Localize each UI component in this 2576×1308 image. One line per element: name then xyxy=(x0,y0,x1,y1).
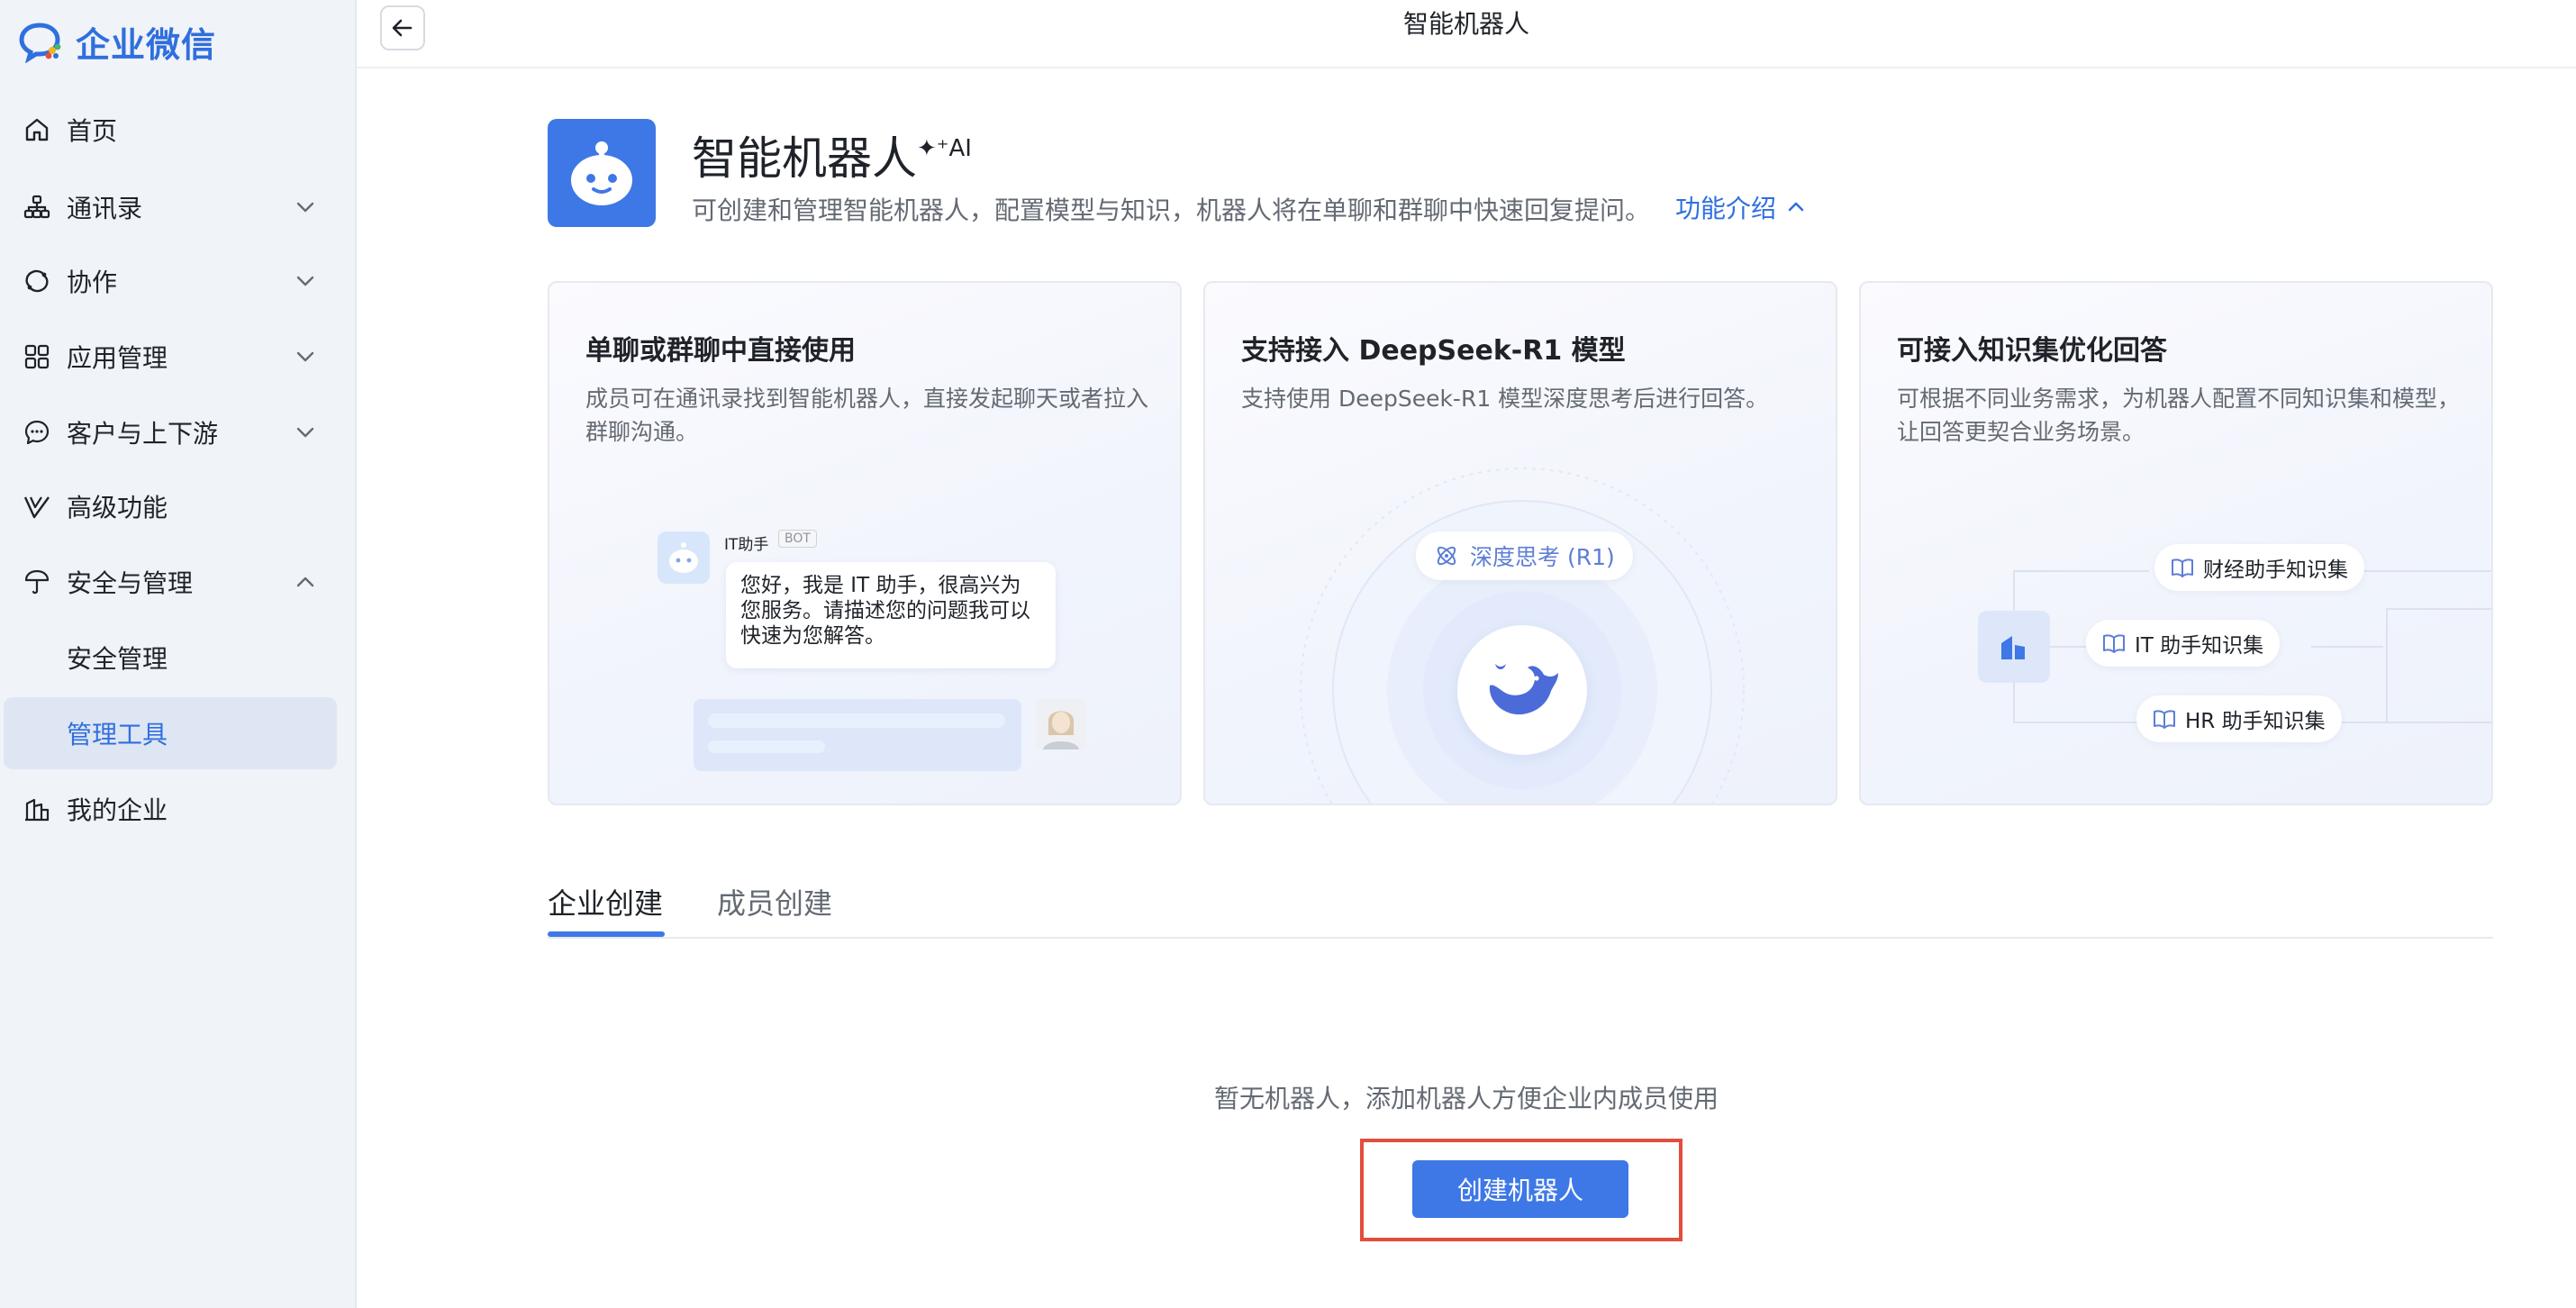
sidebar-item-label: 客户与上下游 xyxy=(67,419,219,449)
sidebar-item-label: 安全与管理 xyxy=(67,568,194,598)
app-logo-text: 企业微信 xyxy=(76,24,217,65)
knowledge-set-label: HR 助手知识集 xyxy=(2185,710,2326,733)
tab-enterprise-created[interactable]: 企业创建 xyxy=(548,881,663,922)
knowledge-set-label: 财经助手知识集 xyxy=(2203,559,2348,582)
message-placeholder xyxy=(694,699,1021,771)
chevron-down-icon xyxy=(296,351,314,362)
card-description: 成员可在通讯录找到智能机器人，直接发起聊天或者拉入群聊沟通。 xyxy=(585,386,1149,445)
feature-card-chat: 单聊或群聊中直接使用 成员可在通讯录找到智能机器人，直接发起聊天或者拉入群聊沟通… xyxy=(548,281,1182,805)
person-avatar-icon xyxy=(1036,699,1086,749)
book-icon xyxy=(2172,559,2193,577)
placeholder-line xyxy=(708,740,825,753)
empty-state-text: 暂无机器人，添加机器人方便企业内成员使用 xyxy=(1213,1084,1719,1113)
feature-card-deepseek: 支持接入 DeepSeek-R1 模型 支持使用 DeepSeek-R1 模型深… xyxy=(1203,281,1837,805)
building-icon xyxy=(25,798,50,822)
user-avatar xyxy=(1036,699,1086,749)
sidebar-item-security-management[interactable]: 安全管理 xyxy=(0,622,357,694)
feature-intro-label: 功能介绍 xyxy=(1675,194,1777,223)
knowledge-set-pill: 财经助手知识集 xyxy=(2154,544,2364,591)
page-description: 可创建和管理智能机器人，配置模型与知识，机器人将在单聊和群聊中快速回复提问。 xyxy=(692,195,1651,225)
wecom-logo-icon xyxy=(19,23,61,63)
bot-tag: BOT xyxy=(778,530,817,548)
sidebar-item-home[interactable]: 首页 xyxy=(0,94,357,166)
page-title: 智能机器人 xyxy=(692,132,917,185)
home-icon xyxy=(25,118,49,141)
collab-icon xyxy=(25,269,49,293)
grid-icon xyxy=(24,344,50,369)
knowledge-hub xyxy=(1978,611,2050,683)
book-icon xyxy=(2103,634,2125,653)
knowledge-set-pill: HR 助手知识集 xyxy=(2136,695,2342,742)
sidebar-item-label: 首页 xyxy=(67,116,118,146)
create-robot-button[interactable]: 创建机器人 xyxy=(1412,1160,1628,1218)
check-mark-icon xyxy=(23,496,50,519)
chevron-up-icon xyxy=(1788,202,1804,212)
top-bar: 智能机器人 xyxy=(357,0,2576,68)
sidebar-item-collab[interactable]: 协作 xyxy=(0,245,357,317)
shield-umbrella-icon xyxy=(24,569,50,595)
tab-member-created[interactable]: 成员创建 xyxy=(717,881,832,922)
chevron-down-icon xyxy=(296,427,314,438)
sidebar-item-label: 应用管理 xyxy=(67,343,168,373)
robot-icon xyxy=(669,542,698,573)
robot-icon xyxy=(571,141,632,205)
sidebar-item-label: 通讯录 xyxy=(67,194,143,223)
deep-think-label: 深度思考 (R1) xyxy=(1470,544,1615,570)
sidebar-item-label: 安全管理 xyxy=(67,644,168,674)
org-chart-icon xyxy=(23,195,50,219)
chevron-down-icon xyxy=(296,202,314,213)
knowledge-set-pill: IT 助手知识集 xyxy=(2086,620,2281,667)
deepseek-whale-icon xyxy=(1489,664,1558,715)
app-logo[interactable]: 企业微信 xyxy=(18,20,216,65)
deep-think-pill: 深度思考 (R1) xyxy=(1416,531,1633,580)
tab-bar: 企业创建 成员创建 xyxy=(548,874,2493,939)
sidebar-item-contacts[interactable]: 通讯录 xyxy=(0,171,357,243)
chat-bubble: 您好，我是 IT 助手，很高兴为您服务。请描述您的问题我可以快速为您解答。 xyxy=(726,562,1056,668)
sidebar-item-advanced[interactable]: 高级功能 xyxy=(0,470,357,542)
knowledge-set-label: IT 助手知识集 xyxy=(2135,634,2264,658)
sidebar-item-label: 管理工具 xyxy=(67,720,168,749)
chevron-down-icon xyxy=(296,276,314,286)
tab-active-indicator xyxy=(548,931,665,937)
bot-name: IT助手 xyxy=(724,536,769,554)
bot-avatar xyxy=(658,531,710,584)
sidebar: 企业微信 首页 通讯录 协作 应用管理 客户与上下游 高级功能 安全与管理 安全… xyxy=(0,0,357,1308)
sidebar-item-security-group[interactable]: 安全与管理 xyxy=(0,546,357,618)
atom-icon xyxy=(1437,546,1456,566)
placeholder-line xyxy=(708,713,1005,728)
sidebar-item-apps[interactable]: 应用管理 xyxy=(0,321,357,393)
sidebar-item-label: 协作 xyxy=(67,268,118,297)
feature-intro-link[interactable]: 功能介绍 xyxy=(1675,189,1807,225)
deepseek-logo xyxy=(1457,625,1587,755)
robot-app-icon xyxy=(548,119,656,227)
feature-card-knowledge: 可接入知识集优化回答 可根据不同业务需求，为机器人配置不同知识集和模型，让回答更… xyxy=(1859,281,2493,805)
sidebar-item-admin-tools[interactable]: 管理工具 xyxy=(4,697,337,769)
sidebar-item-my-enterprise[interactable]: 我的企业 xyxy=(0,773,357,845)
sidebar-item-label: 高级功能 xyxy=(67,493,168,522)
chevron-up-icon xyxy=(296,577,314,587)
book-icon xyxy=(2154,710,2175,729)
top-bar-title: 智能机器人 xyxy=(1402,9,1529,39)
sidebar-item-customers[interactable]: 客户与上下游 xyxy=(0,396,357,468)
chat-bubble-icon xyxy=(24,420,50,445)
ai-badge: ✦⁺AI xyxy=(917,135,972,162)
sidebar-item-label: 我的企业 xyxy=(67,795,168,825)
card-title: 单聊或群聊中直接使用 xyxy=(585,335,856,367)
building-icon xyxy=(2001,636,2025,659)
